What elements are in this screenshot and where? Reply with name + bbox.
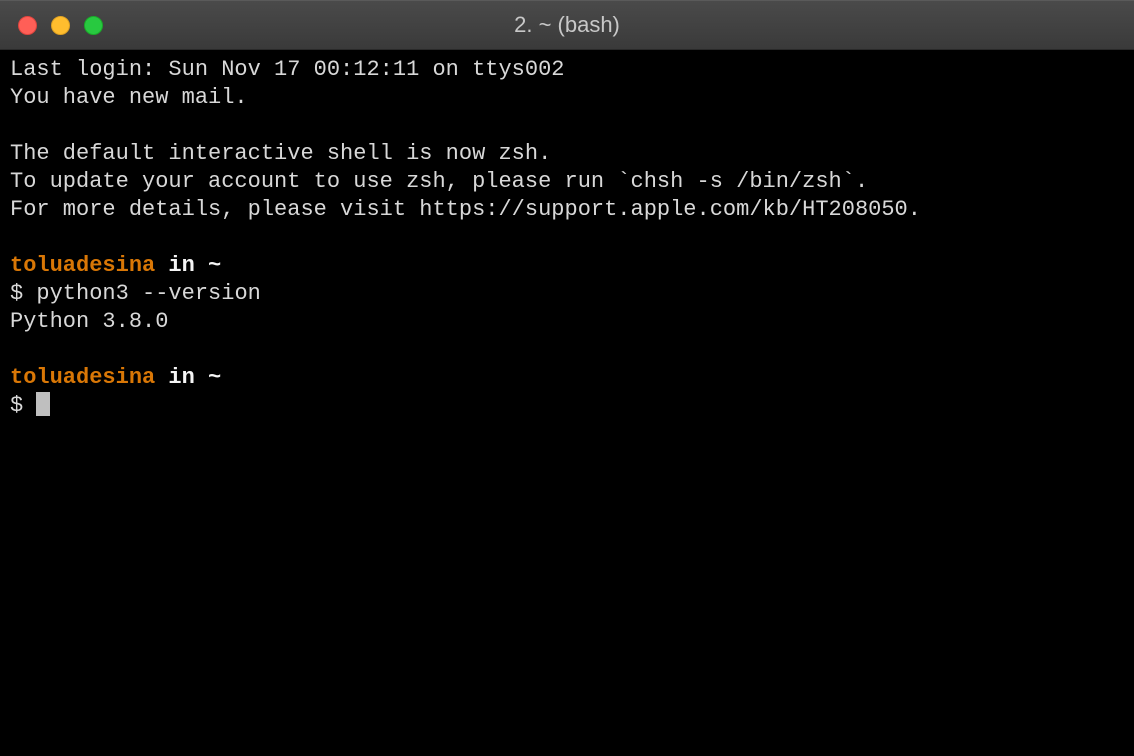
- command-line: $: [10, 392, 1124, 420]
- minimize-icon[interactable]: [51, 16, 70, 35]
- command-text: python3 --version: [36, 281, 260, 306]
- motd-line: You have new mail.: [10, 84, 1124, 112]
- prompt-symbol: $: [10, 393, 36, 418]
- motd-line: Last login: Sun Nov 17 00:12:11 on ttys0…: [10, 56, 1124, 84]
- prompt-line: toluadesina in ~: [10, 252, 1124, 280]
- prompt-line: toluadesina in ~: [10, 364, 1124, 392]
- prompt-symbol: $: [10, 281, 36, 306]
- window-title: 2. ~ (bash): [514, 12, 620, 38]
- prompt-username: toluadesina: [10, 365, 155, 390]
- motd-line: To update your account to use zsh, pleas…: [10, 168, 1124, 196]
- cursor-icon: [36, 392, 50, 416]
- output-line: Python 3.8.0: [10, 308, 1124, 336]
- motd-line: For more details, please visit https://s…: [10, 196, 1124, 224]
- prompt-path: ~: [208, 365, 221, 390]
- titlebar[interactable]: 2. ~ (bash): [0, 0, 1134, 50]
- prompt-connector: in: [155, 253, 208, 278]
- terminal-window: 2. ~ (bash) Last login: Sun Nov 17 00:12…: [0, 0, 1134, 756]
- close-icon[interactable]: [18, 16, 37, 35]
- blank-line: [10, 112, 1124, 140]
- blank-line: [10, 336, 1124, 364]
- prompt-username: toluadesina: [10, 253, 155, 278]
- prompt-path: ~: [208, 253, 221, 278]
- prompt-connector: in: [155, 365, 208, 390]
- motd-line: The default interactive shell is now zsh…: [10, 140, 1124, 168]
- traffic-lights: [0, 16, 103, 35]
- command-line: $ python3 --version: [10, 280, 1124, 308]
- blank-line: [10, 224, 1124, 252]
- terminal-content[interactable]: Last login: Sun Nov 17 00:12:11 on ttys0…: [0, 50, 1134, 756]
- maximize-icon[interactable]: [84, 16, 103, 35]
